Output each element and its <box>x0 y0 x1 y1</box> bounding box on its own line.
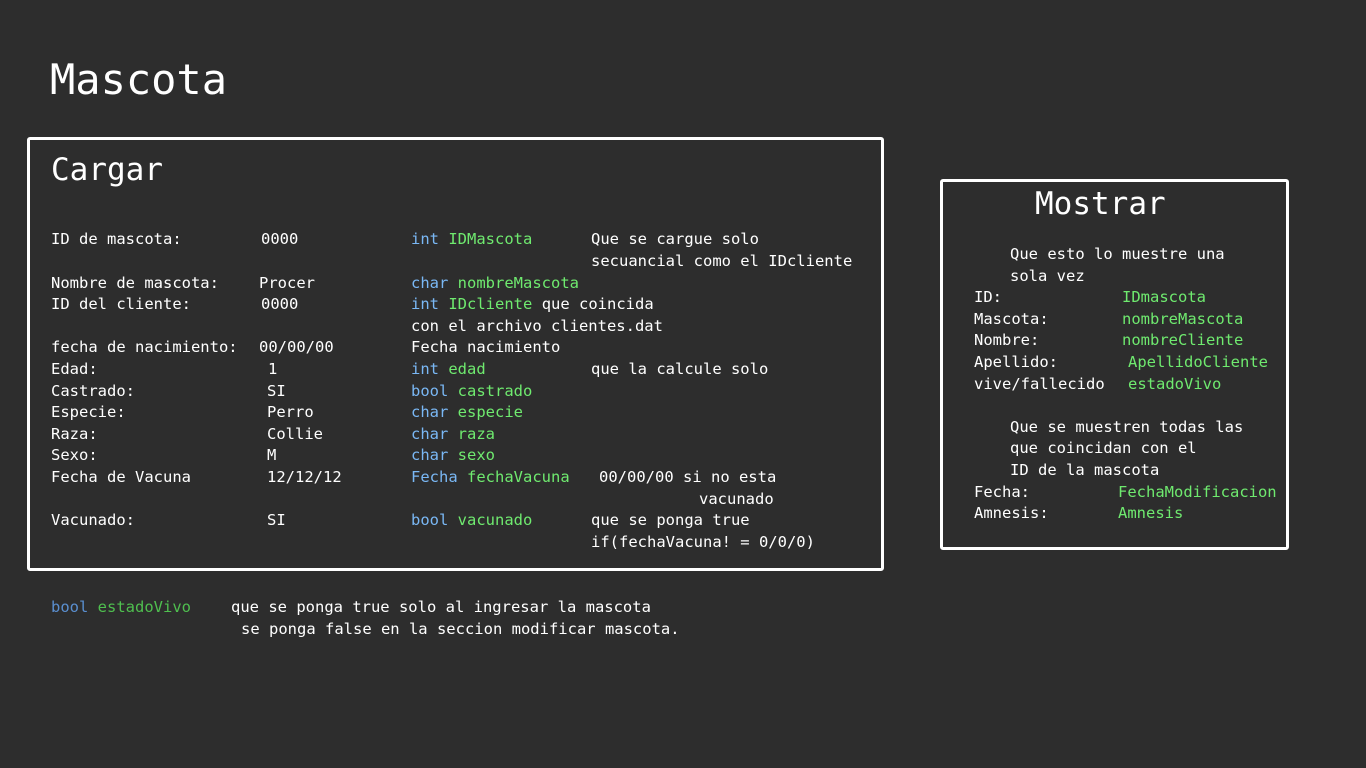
field-declaration: char especie <box>411 402 523 424</box>
mostrar-field-var: IDmascota <box>1122 288 1206 306</box>
mostrar-field-var: nombreMascota <box>1122 310 1244 328</box>
variable-name: IDcliente <box>448 295 533 313</box>
field-value: 1 <box>268 360 278 378</box>
mostrar-intro: ID de la mascota <box>1010 461 1160 479</box>
field-declaration: char nombreMascota <box>411 273 579 295</box>
field-declaration: Fecha fechaVacuna <box>411 467 570 489</box>
field-note: que se ponga true <box>591 511 750 529</box>
field-declaration: int IDcliente que coincida <box>411 294 654 316</box>
footer-note: que se ponga true solo al ingresar la ma… <box>231 598 651 616</box>
field-value: 12/12/12 <box>267 468 342 486</box>
field-declaration: int IDMascota <box>411 229 532 251</box>
field-label: Edad: <box>51 360 98 378</box>
field-declaration: char raza <box>411 424 495 446</box>
field-note: que coincida <box>541 295 654 313</box>
type-keyword: Fecha <box>411 468 458 486</box>
field-label: ID de mascota: <box>51 230 182 248</box>
mostrar-field-label: Mascota: <box>974 310 1049 328</box>
field-note: que la calcule solo <box>591 360 769 378</box>
field-value: Perro <box>267 403 314 421</box>
type-keyword: char <box>411 446 449 464</box>
variable-name: estadoVivo <box>97 598 191 616</box>
field-note: vacunado <box>699 490 774 508</box>
mostrar-field-var: ApellidoCliente <box>1128 353 1268 371</box>
field-label: Castrado: <box>51 382 135 400</box>
field-value: 0000 <box>261 295 299 313</box>
field-value: Collie <box>267 425 323 443</box>
mostrar-field-label: Apellido: <box>974 353 1058 371</box>
variable-name: IDMascota <box>448 230 533 248</box>
field-declaration: Fecha nacimiento <box>411 338 561 356</box>
field-note: secuancial como el IDcliente <box>591 252 853 270</box>
field-label: Vacunado: <box>51 511 135 529</box>
type-keyword: bool <box>411 511 449 529</box>
page-title: Mascota <box>50 55 228 104</box>
field-value: Procer <box>259 274 315 292</box>
field-note: con el archivo clientes.dat <box>411 317 663 335</box>
field-value: M <box>267 446 277 464</box>
mostrar-field-var: nombreCliente <box>1122 331 1244 349</box>
mostrar-field-label: Nombre: <box>974 331 1040 349</box>
type-keyword: char <box>411 274 449 292</box>
field-label: ID del cliente: <box>51 295 191 313</box>
mostrar-field-var: FechaModificacion <box>1118 483 1277 501</box>
field-note: 00/00/00 si no esta <box>599 468 777 486</box>
field-value: 00/00/00 <box>259 338 334 356</box>
field-value: SI <box>267 382 286 400</box>
field-label: fecha de nacimiento: <box>51 338 238 356</box>
variable-name: castrado <box>457 382 533 400</box>
field-note: if(fechaVacuna! = 0/0/0) <box>591 533 815 551</box>
type-keyword: int <box>411 360 439 378</box>
type-keyword: char <box>411 403 449 421</box>
mostrar-intro: Que esto lo muestre una <box>1010 245 1225 263</box>
variable-name: nombreMascota <box>457 274 579 292</box>
variable-name: especie <box>457 403 523 421</box>
mostrar-field-label: ID: <box>974 288 1002 306</box>
variable-name: raza <box>457 425 495 443</box>
field-label: Sexo: <box>51 446 98 464</box>
type-keyword: int <box>411 295 439 313</box>
field-declaration: char sexo <box>411 445 495 467</box>
field-label: Nombre de mascota: <box>51 274 219 292</box>
field-value: 0000 <box>261 230 299 248</box>
footer-declaration: bool estadoVivo <box>51 597 191 619</box>
variable-name: vacunado <box>457 511 533 529</box>
type-keyword: int <box>411 230 439 248</box>
field-declaration: bool vacunado <box>411 510 532 532</box>
mostrar-field-label: vive/fallecido <box>974 375 1105 393</box>
mostrar-heading: Mostrar <box>1035 186 1166 222</box>
variable-name: sexo <box>457 446 495 464</box>
cargar-heading: Cargar <box>51 152 163 188</box>
mostrar-intro: que coincidan con el <box>1010 439 1197 457</box>
field-value: SI <box>267 511 286 529</box>
type-keyword: char <box>411 425 449 443</box>
field-note: Que se cargue solo <box>591 230 759 248</box>
field-label: Fecha de Vacuna <box>51 468 191 486</box>
mostrar-intro: sola vez <box>1010 267 1085 285</box>
field-label: Raza: <box>51 425 98 443</box>
field-label: Especie: <box>51 403 126 421</box>
mostrar-field-label: Fecha: <box>974 483 1030 501</box>
variable-name: edad <box>448 360 486 378</box>
field-declaration: int edad <box>411 359 486 381</box>
mostrar-field-var: Amnesis <box>1118 504 1184 522</box>
variable-name: fechaVacuna <box>467 468 570 486</box>
type-keyword: bool <box>51 598 89 616</box>
footer-note: se ponga false en la seccion modificar m… <box>241 620 680 638</box>
mostrar-intro: Que se muestren todas las <box>1010 418 1244 436</box>
type-keyword: bool <box>411 382 449 400</box>
mostrar-field-label: Amnesis: <box>974 504 1049 522</box>
field-declaration: bool castrado <box>411 381 532 403</box>
mostrar-field-var: estadoVivo <box>1128 375 1222 393</box>
